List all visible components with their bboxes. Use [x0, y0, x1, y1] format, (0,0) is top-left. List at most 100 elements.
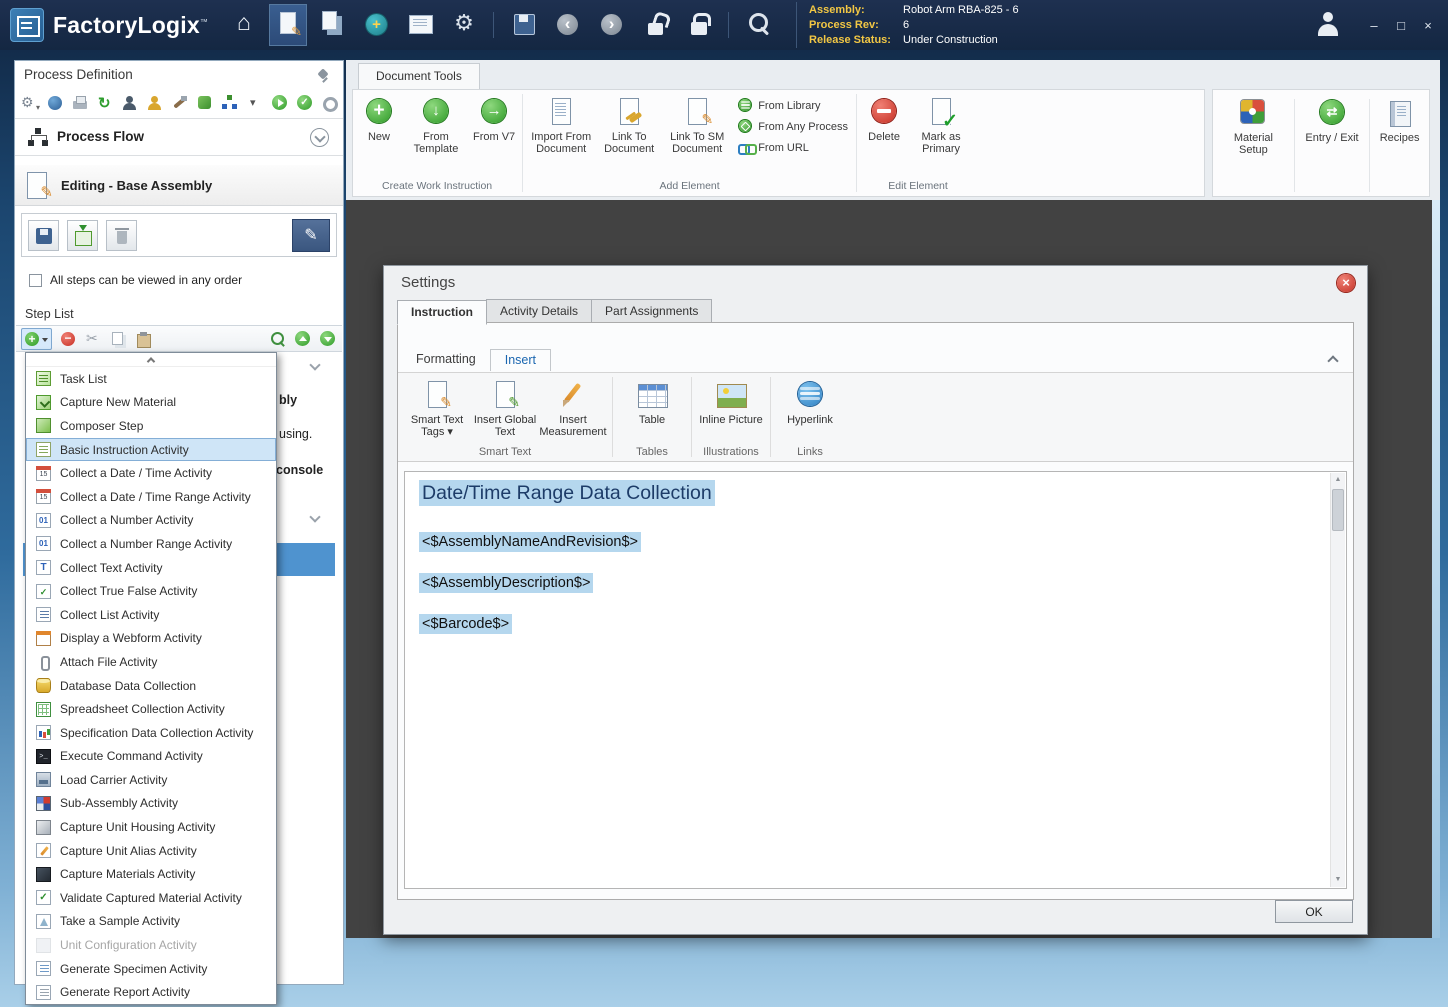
inline-picture-button[interactable]: Inline Picture — [697, 378, 765, 426]
doc-title-text[interactable]: Date/Time Range Data Collection — [419, 480, 715, 506]
tab-activity-details[interactable]: Activity Details — [486, 299, 592, 324]
menu-item-capture-new-material[interactable]: Capture New Material — [26, 391, 276, 415]
web-icon[interactable] — [46, 94, 64, 112]
flow-tree-icon[interactable] — [221, 94, 239, 112]
menu-item-composer-step[interactable]: Composer Step — [26, 414, 276, 438]
pin-icon[interactable] — [317, 69, 331, 83]
forward-icon[interactable] — [592, 4, 630, 46]
tools-icon[interactable] — [171, 94, 189, 112]
recipes-button[interactable]: Recipes — [1377, 95, 1423, 144]
work-instruction-editor-icon[interactable] — [269, 4, 307, 46]
audit-icon[interactable] — [739, 4, 777, 46]
new-button[interactable]: New — [356, 94, 402, 143]
mark-as-primary-button[interactable]: Mark as Primary — [907, 94, 975, 156]
menu-item-attach-file-activity[interactable]: Attach File Activity — [26, 650, 276, 674]
ribbon-tab-insert[interactable]: Insert — [490, 349, 551, 371]
from-url-button[interactable]: From URL — [738, 140, 848, 155]
process-stack-icon[interactable] — [313, 4, 351, 46]
unlock-icon[interactable] — [636, 4, 674, 46]
find-user-icon[interactable] — [121, 94, 139, 112]
copy-button[interactable] — [109, 330, 127, 348]
smart-text-tags-button[interactable]: Smart Text Tags ▾ — [403, 378, 471, 439]
insert-global-text-button[interactable]: Insert Global Text — [471, 378, 539, 439]
table-button[interactable]: Table — [618, 378, 686, 426]
hyperlink-button[interactable]: Hyperlink — [776, 378, 844, 426]
zoom-button[interactable] — [269, 330, 287, 348]
from-any-process-button[interactable]: From Any Process — [738, 119, 848, 134]
navigator-icon[interactable] — [357, 4, 395, 46]
import-button[interactable] — [67, 220, 98, 251]
menu-item-collect-a-date-time-activity[interactable]: Collect a Date / Time Activity — [26, 461, 276, 485]
instruction-editor[interactable]: Date/Time Range Data Collection <$Assemb… — [404, 471, 1347, 889]
dropdown-icon[interactable] — [246, 94, 264, 112]
menu-item-database-data-collection[interactable]: Database Data Collection — [26, 674, 276, 698]
menu-item-validate-captured-material-activity[interactable]: Validate Captured Material Activity — [26, 886, 276, 910]
collapse-ribbon-icon[interactable] — [1329, 355, 1339, 363]
share-icon[interactable] — [196, 94, 214, 112]
move-up-button[interactable] — [294, 330, 312, 348]
scroll-up-icon[interactable] — [1331, 473, 1345, 487]
smart-text-tag[interactable]: <$Barcode$> — [419, 614, 512, 634]
close-button[interactable]: × — [1416, 13, 1440, 37]
from-template-button[interactable]: From Template — [402, 94, 470, 156]
close-dialog-icon[interactable] — [1337, 274, 1355, 292]
scroll-thumb[interactable] — [1332, 489, 1344, 531]
move-down-button[interactable] — [319, 330, 337, 348]
scroll-down-icon[interactable] — [1331, 873, 1345, 887]
play-icon[interactable] — [271, 94, 289, 112]
material-setup-button[interactable]: Material Setup — [1219, 95, 1287, 157]
collapse-chevron-icon[interactable] — [311, 513, 321, 523]
menu-item-capture-unit-alias-activity[interactable]: Capture Unit Alias Activity — [26, 839, 276, 863]
back-icon[interactable] — [548, 4, 586, 46]
process-flow-row[interactable]: Process Flow — [15, 118, 343, 156]
from-v7-button[interactable]: From V7 — [470, 94, 518, 143]
document-tools-tab[interactable]: Document Tools — [358, 63, 480, 89]
entry-exit-button[interactable]: Entry / Exit — [1302, 95, 1361, 144]
sync-icon[interactable] — [96, 94, 114, 112]
save-icon[interactable] — [504, 4, 542, 46]
expand-circle-icon[interactable] — [310, 128, 329, 147]
menu-item-basic-instruction-activity[interactable]: Basic Instruction Activity — [26, 438, 276, 462]
ribbon-tab-formatting[interactable]: Formatting — [402, 349, 490, 370]
delete-button[interactable]: Delete — [861, 94, 907, 143]
paste-button[interactable] — [134, 330, 152, 348]
menu-item-capture-materials-activity[interactable]: Capture Materials Activity — [26, 862, 276, 886]
menu-item-load-carrier-activity[interactable]: Load Carrier Activity — [26, 768, 276, 792]
smart-text-tag[interactable]: <$AssemblyNameAndRevision$> — [419, 532, 641, 552]
add-step-button[interactable] — [21, 328, 52, 350]
menu-item-generate-report-activity[interactable]: Generate Report Activity — [26, 980, 276, 1004]
record-icon[interactable] — [321, 94, 339, 112]
remove-step-button[interactable] — [59, 330, 77, 348]
delete-button[interactable] — [106, 220, 137, 251]
menu-item-generate-specimen-activity[interactable]: Generate Specimen Activity — [26, 957, 276, 981]
approve-icon[interactable] — [296, 94, 314, 112]
minimize-button[interactable]: – — [1362, 13, 1386, 37]
options-icon[interactable] — [21, 94, 39, 112]
ok-button[interactable]: OK — [1275, 900, 1353, 923]
menu-item-collect-a-date-time-range-activity[interactable]: Collect a Date / Time Range Activity — [26, 485, 276, 509]
canvas-scrollbar[interactable] — [1432, 200, 1440, 938]
menu-item-capture-unit-housing-activity[interactable]: Capture Unit Housing Activity — [26, 815, 276, 839]
menu-scroll-up-icon[interactable] — [26, 353, 276, 367]
any-order-checkbox[interactable] — [29, 274, 42, 287]
import-from-document-button[interactable]: Import From Document — [527, 94, 595, 156]
edit-button[interactable] — [292, 219, 330, 252]
documents-icon[interactable] — [401, 4, 439, 46]
menu-item-unit-configuration-activity[interactable]: Unit Configuration Activity — [26, 933, 276, 957]
menu-item-collect-a-number-activity[interactable]: Collect a Number Activity — [26, 509, 276, 533]
tab-part-assignments[interactable]: Part Assignments — [591, 299, 712, 324]
user-icon[interactable] — [1311, 8, 1345, 42]
settings-icon[interactable] — [445, 4, 483, 46]
cut-button[interactable] — [84, 330, 102, 348]
maximize-button[interactable]: □ — [1389, 13, 1413, 37]
user-icon[interactable] — [146, 94, 164, 112]
menu-item-collect-true-false-activity[interactable]: Collect True False Activity — [26, 579, 276, 603]
insert-measurement-button[interactable]: Insert Measurement — [539, 378, 607, 439]
menu-item-task-list[interactable]: Task List — [26, 367, 276, 391]
smart-text-tag[interactable]: <$AssemblyDescription$> — [419, 573, 593, 593]
home-icon[interactable] — [225, 4, 263, 46]
tab-instruction[interactable]: Instruction — [397, 300, 487, 325]
editor-scrollbar[interactable] — [1330, 473, 1345, 887]
menu-item-collect-text-activity[interactable]: Collect Text Activity — [26, 556, 276, 580]
menu-item-collect-list-activity[interactable]: Collect List Activity — [26, 603, 276, 627]
